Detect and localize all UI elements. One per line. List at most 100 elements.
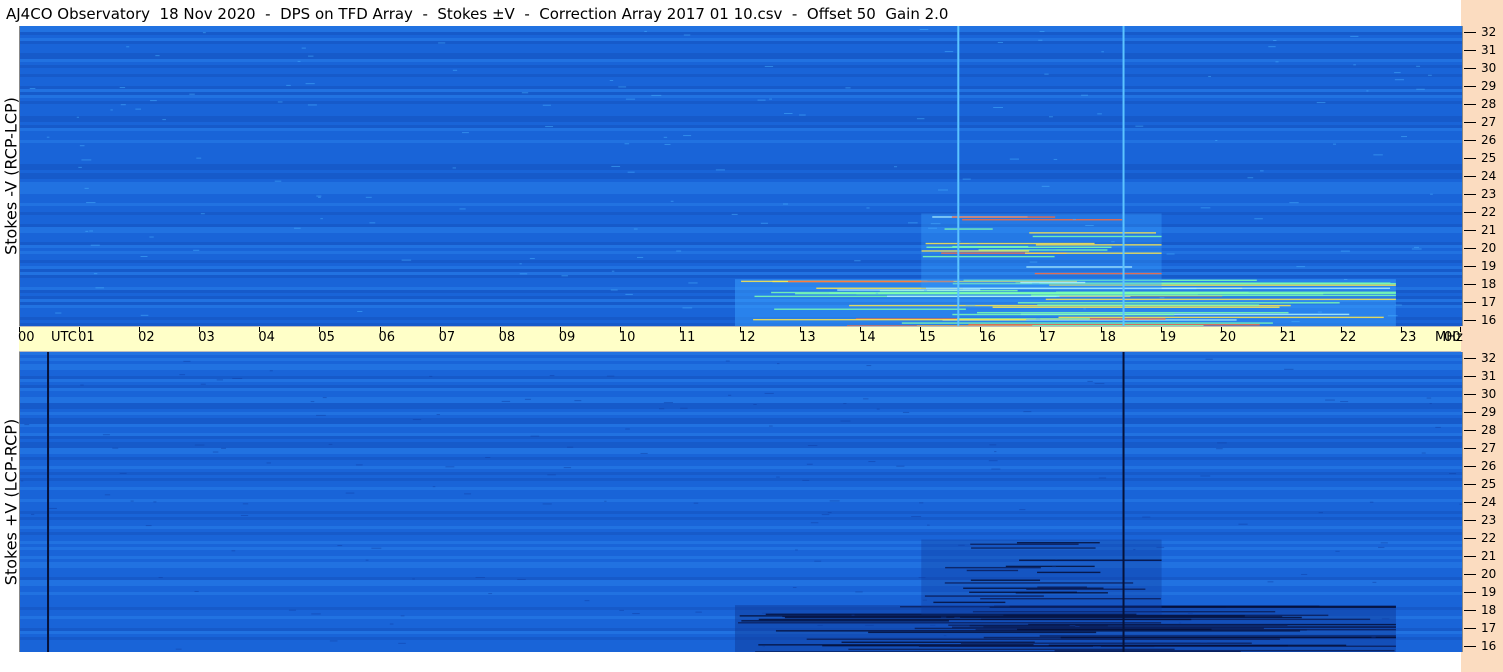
frequency-band [20,191,1462,194]
noise-speckle [725,360,730,362]
time-tick-mark [139,327,141,332]
noise-speckle [769,98,772,100]
noise-speckle [1416,88,1425,90]
noise-speckle [1268,46,1276,48]
noise-speckle [918,577,926,579]
frequency-band [20,466,1462,469]
noise-speckle [989,444,997,446]
noise-speckle [119,87,126,89]
noise-speckle [328,443,333,445]
noise-speckle [542,503,552,505]
frequency-band [20,275,1462,278]
frequency-band [20,394,1462,397]
frequency-band [20,155,1462,158]
noise-speckle [827,512,832,514]
noise-speckle [875,292,879,294]
noise-speckle [269,370,273,372]
frequency-band [20,71,1462,74]
frequency-band [20,559,1462,562]
frequency-band [20,400,1462,403]
frequency-tick-mark [1464,50,1476,51]
noise-speckle [79,145,85,147]
noise-speckle [183,360,191,362]
noise-speckle [1097,113,1102,115]
emission-streak [1035,244,1162,246]
absorption-region [921,539,1162,615]
frequency-tick-mark [1464,194,1476,195]
noise-speckle [1038,39,1043,41]
noise-speckle [145,525,152,527]
frequency-tick-label: 26 [1481,459,1497,473]
noise-speckle [695,611,702,613]
noise-speckle [958,240,961,242]
frequency-tick-mark [1464,230,1476,231]
frequency-band [20,143,1462,146]
time-tick-mark [740,327,741,332]
noise-speckle [1032,282,1040,284]
frequency-band [20,158,1462,161]
frequency-band [20,451,1462,454]
noise-speckle [1142,516,1151,518]
frequency-band [20,29,1462,32]
frequency-band [20,589,1462,592]
frequency-band [20,245,1462,248]
frequency-band [20,131,1462,134]
frequency-tick-label: 21 [1481,549,1497,563]
noise-speckle [1343,279,1348,281]
noise-speckle [412,419,422,421]
absorption-streak [960,642,1252,644]
frequency-band [20,502,1462,505]
frequency-tick-mark [1464,484,1476,485]
frequency-band [20,119,1462,122]
noise-speckle [866,207,870,209]
frequency-band [20,140,1462,143]
frequency-band [20,412,1462,415]
frequency-band [20,514,1462,517]
noise-speckle [997,41,1004,43]
time-tick-mark [499,327,501,332]
noise-speckle [297,60,301,62]
noise-speckle [49,507,57,509]
noise-speckle [1166,253,1175,255]
noise-speckle [927,524,930,526]
time-tick-mark [920,327,922,332]
noise-speckle [231,550,236,552]
noise-speckle [810,522,819,524]
noise-speckle [78,166,82,168]
time-tick-label: 03 [198,330,215,345]
frequency-band [20,382,1462,385]
emission-streak [962,219,1123,221]
frequency-band [20,385,1462,388]
frequency-band [20,364,1462,367]
absorption-streak [758,618,1192,621]
absorption-streak [969,591,1077,593]
frequency-band [20,556,1462,559]
frequency-band [20,65,1462,68]
frequency-band [20,361,1462,364]
noise-speckle [202,32,206,34]
noise-speckle [316,414,326,416]
noise-speckle [140,255,148,257]
absorption-streak [1054,649,1395,652]
noise-speckle [776,476,780,478]
frequency-band [20,80,1462,83]
noise-speckle [149,236,154,238]
frequency-tick-mark [1464,466,1476,467]
noise-speckle [1371,636,1376,638]
noise-speckle [1289,202,1299,204]
frequency-axis-top: 32 31 30 29 28 27 26 25 24 23 22 21 20 19 18 17 16 [1461,25,1503,327]
noise-speckle [683,135,692,137]
interference-vertical-line [957,26,960,326]
noise-speckle [792,587,797,589]
absorption-streak [944,582,1134,584]
frequency-tick-label: 20 [1481,567,1497,581]
emission-streak [1034,272,1162,275]
frequency-tick-mark [1464,284,1476,285]
noise-speckle [1401,136,1408,138]
time-tick-label: 21 [1279,330,1297,345]
noise-speckle [1260,170,1264,172]
frequency-band [20,206,1462,209]
noise-speckle [1044,73,1049,75]
noise-speckle [610,289,618,291]
emission-streak [753,318,1027,321]
